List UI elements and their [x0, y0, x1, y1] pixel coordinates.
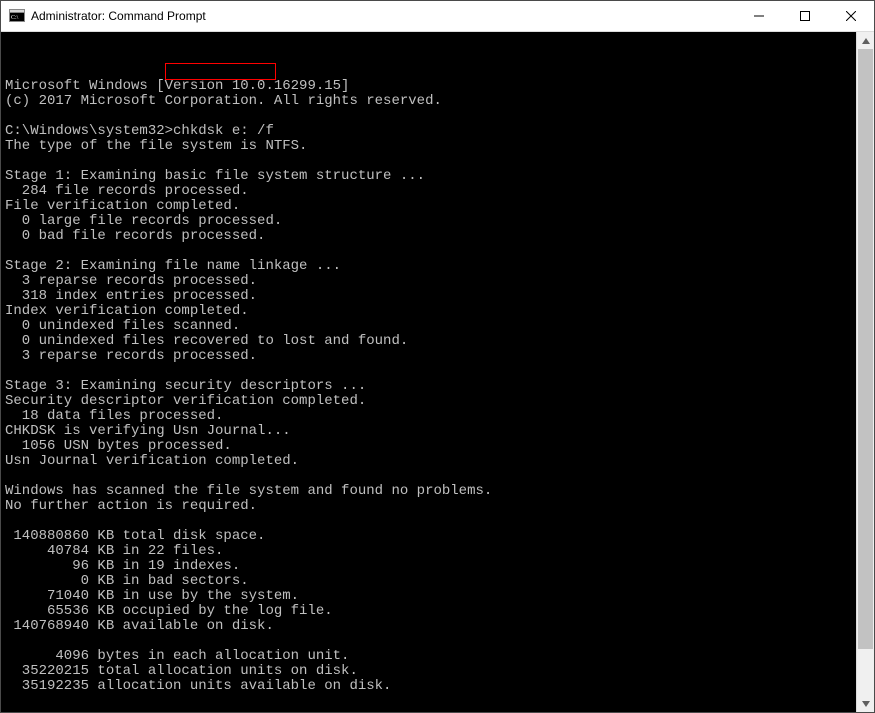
- terminal-line: (c) 2017 Microsoft Corporation. All righ…: [5, 94, 856, 109]
- close-button[interactable]: [828, 1, 874, 31]
- terminal-line: 318 index entries processed.: [5, 289, 856, 304]
- terminal-line: Stage 2: Examining file name linkage ...: [5, 259, 856, 274]
- terminal-line: [5, 469, 856, 484]
- cmd-icon: C:\: [9, 8, 25, 24]
- terminal-line: 284 file records processed.: [5, 184, 856, 199]
- terminal-line: 4096 bytes in each allocation unit.: [5, 649, 856, 664]
- svg-text:C:\: C:\: [11, 15, 19, 21]
- terminal-line: [5, 154, 856, 169]
- titlebar[interactable]: C:\ Administrator: Command Prompt: [1, 1, 874, 32]
- terminal-line: Stage 1: Examining basic file system str…: [5, 169, 856, 184]
- terminal-line: File verification completed.: [5, 199, 856, 214]
- terminal-line: Stage 3: Examining security descriptors …: [5, 379, 856, 394]
- terminal-line: [5, 109, 856, 124]
- terminal-line: Windows has scanned the file system and …: [5, 484, 856, 499]
- vertical-scrollbar[interactable]: [856, 32, 874, 712]
- terminal-line: Usn Journal verification completed.: [5, 454, 856, 469]
- terminal-line: No further action is required.: [5, 499, 856, 514]
- terminal-line: [5, 514, 856, 529]
- terminal-line: 18 data files processed.: [5, 409, 856, 424]
- terminal-line: 3 reparse records processed.: [5, 349, 856, 364]
- terminal-line: [5, 634, 856, 649]
- scroll-up-button[interactable]: [857, 32, 874, 49]
- terminal-line: 0 large file records processed.: [5, 214, 856, 229]
- terminal-line: 1056 USN bytes processed.: [5, 439, 856, 454]
- terminal-line: 71040 KB in use by the system.: [5, 589, 856, 604]
- window-title: Administrator: Command Prompt: [31, 9, 206, 23]
- terminal-line: 65536 KB occupied by the log file.: [5, 604, 856, 619]
- terminal-line: 3 reparse records processed.: [5, 274, 856, 289]
- terminal-line: 0 bad file records processed.: [5, 229, 856, 244]
- terminal-line: [5, 364, 856, 379]
- terminal-line: 35220215 total allocation units on disk.: [5, 664, 856, 679]
- terminal-line: 35192235 allocation units available on d…: [5, 679, 856, 694]
- terminal-line: 40784 KB in 22 files.: [5, 544, 856, 559]
- scroll-thumb[interactable]: [858, 49, 873, 649]
- client-area: Microsoft Windows [Version 10.0.16299.15…: [1, 32, 874, 712]
- terminal-line: 0 unindexed files recovered to lost and …: [5, 334, 856, 349]
- minimize-button[interactable]: [736, 1, 782, 31]
- terminal-line: 140768940 KB available on disk.: [5, 619, 856, 634]
- terminal-line: Index verification completed.: [5, 304, 856, 319]
- terminal-line: Microsoft Windows [Version 10.0.16299.15…: [5, 79, 856, 94]
- scroll-down-button[interactable]: [857, 695, 874, 712]
- terminal-line: 0 unindexed files scanned.: [5, 319, 856, 334]
- terminal-output[interactable]: Microsoft Windows [Version 10.0.16299.15…: [1, 32, 856, 712]
- maximize-button[interactable]: [782, 1, 828, 31]
- terminal-line: CHKDSK is verifying Usn Journal...: [5, 424, 856, 439]
- terminal-line: [5, 244, 856, 259]
- terminal-line: 96 KB in 19 indexes.: [5, 559, 856, 574]
- terminal-line: 0 KB in bad sectors.: [5, 574, 856, 589]
- terminal-line: Security descriptor verification complet…: [5, 394, 856, 409]
- terminal-line: 140880860 KB total disk space.: [5, 529, 856, 544]
- terminal-line: C:\Windows\system32>chkdsk e: /f: [5, 124, 856, 139]
- command-prompt-window: C:\ Administrator: Command Prompt Micros…: [0, 0, 875, 713]
- terminal-line: The type of the file system is NTFS.: [5, 139, 856, 154]
